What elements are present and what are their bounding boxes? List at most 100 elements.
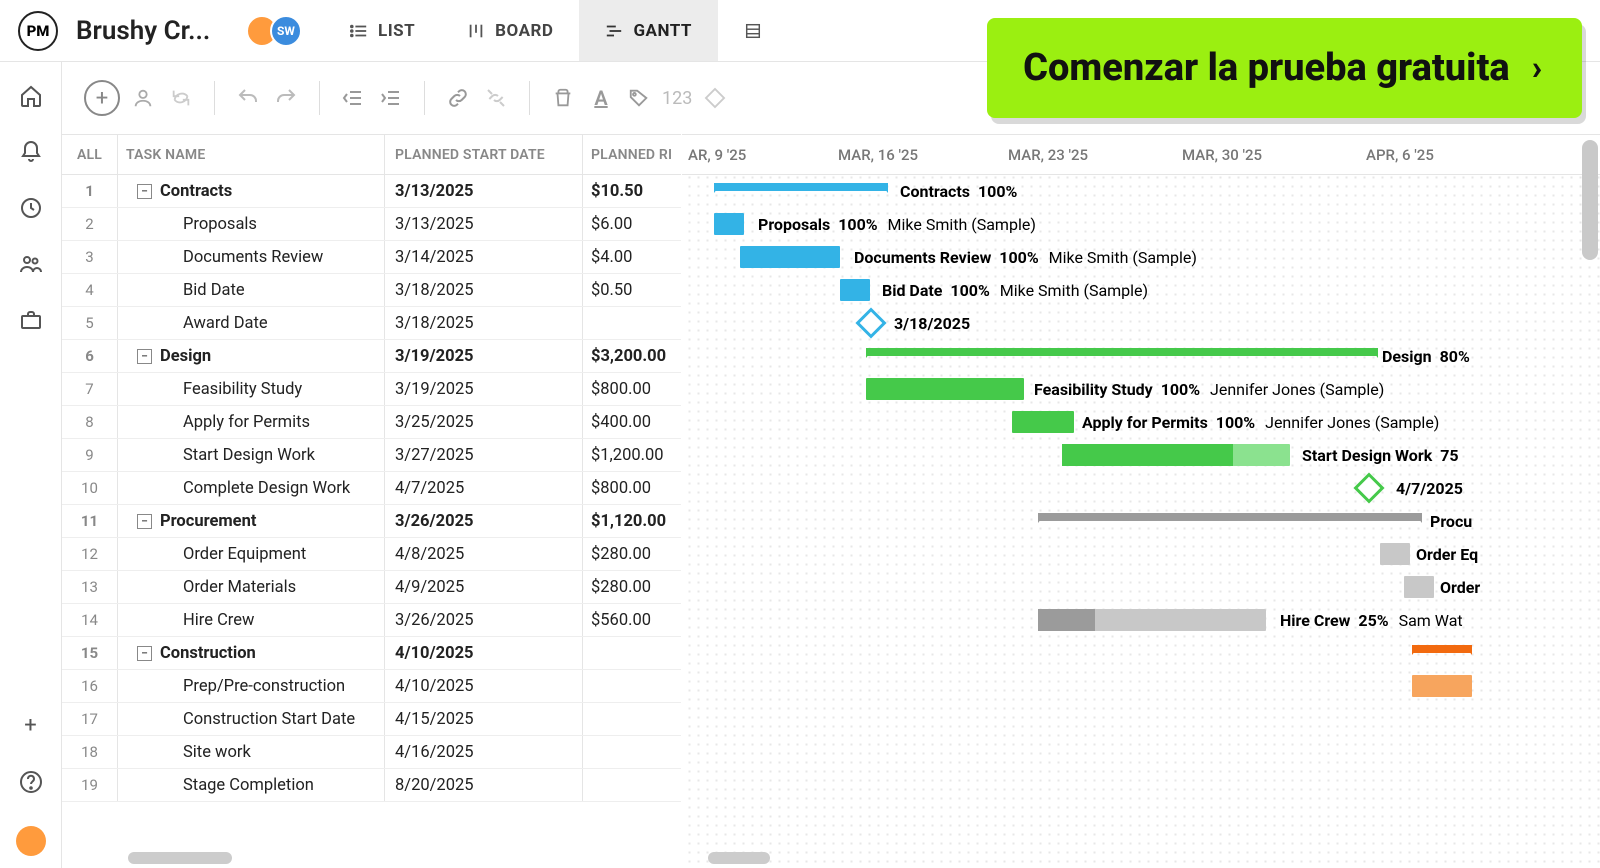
table-row[interactable]: 17Construction Start Date4/15/2025: [62, 703, 681, 736]
gantt-bar[interactable]: [1038, 609, 1266, 631]
collapse-toggle[interactable]: −: [137, 349, 152, 364]
cost[interactable]: [583, 670, 681, 702]
collapse-toggle[interactable]: −: [137, 646, 152, 661]
task-name-cell[interactable]: Start Design Work: [118, 439, 385, 471]
table-row[interactable]: 2Proposals3/13/2025$6.00: [62, 208, 681, 241]
tab-sheet[interactable]: [718, 0, 788, 61]
task-name-cell[interactable]: Award Date: [118, 307, 385, 339]
cost[interactable]: $10.50: [583, 175, 681, 207]
task-name-cell[interactable]: Site work: [118, 736, 385, 768]
gantt-bar[interactable]: [840, 279, 870, 301]
planned-start[interactable]: 3/13/2025: [385, 208, 583, 240]
table-row[interactable]: 13Order Materials4/9/2025$280.00: [62, 571, 681, 604]
planned-start[interactable]: 3/26/2025: [385, 604, 583, 636]
planned-start[interactable]: 3/13/2025: [385, 175, 583, 207]
cost[interactable]: $6.00: [583, 208, 681, 240]
cost[interactable]: $800.00: [583, 373, 681, 405]
cost[interactable]: $0.50: [583, 274, 681, 306]
cost[interactable]: $560.00: [583, 604, 681, 636]
task-name-cell[interactable]: Feasibility Study: [118, 373, 385, 405]
tab-board[interactable]: BOARD: [441, 0, 579, 61]
planned-start[interactable]: 4/15/2025: [385, 703, 583, 735]
people-icon[interactable]: [19, 252, 43, 276]
table-row[interactable]: 19Stage Completion8/20/2025: [62, 769, 681, 802]
gantt-bar[interactable]: [740, 246, 840, 268]
col-name[interactable]: TASK NAME: [118, 135, 385, 174]
gantt-bar[interactable]: [866, 378, 1024, 400]
planned-start[interactable]: 3/26/2025: [385, 505, 583, 537]
task-name-cell[interactable]: Proposals: [118, 208, 385, 240]
briefcase-icon[interactable]: [19, 308, 43, 332]
gantt-bar[interactable]: [1062, 444, 1290, 466]
collapse-toggle[interactable]: −: [137, 514, 152, 529]
clock-icon[interactable]: [19, 196, 43, 220]
cost[interactable]: $3,200.00: [583, 340, 681, 372]
table-row[interactable]: 11−Procurement3/26/2025$1,120.00: [62, 505, 681, 538]
project-title[interactable]: Brushy Cr...: [76, 16, 244, 46]
gantt-bar[interactable]: [1404, 576, 1434, 598]
planned-start[interactable]: 4/8/2025: [385, 538, 583, 570]
gantt-chart[interactable]: AR, 9 '25MAR, 16 '25MAR, 23 '25MAR, 30 '…: [682, 134, 1600, 868]
cost[interactable]: [583, 307, 681, 339]
table-row[interactable]: 4Bid Date3/18/2025$0.50: [62, 274, 681, 307]
task-name-cell[interactable]: −Contracts: [118, 175, 385, 207]
cost[interactable]: $1,120.00: [583, 505, 681, 537]
table-row[interactable]: 3Documents Review3/14/2025$4.00: [62, 241, 681, 274]
task-name-cell[interactable]: Prep/Pre-construction: [118, 670, 385, 702]
cost[interactable]: $400.00: [583, 406, 681, 438]
planned-start[interactable]: 4/9/2025: [385, 571, 583, 603]
gantt-bar[interactable]: [1012, 411, 1074, 433]
gantt-bar[interactable]: [714, 213, 744, 235]
assign-icon[interactable]: [128, 83, 158, 113]
table-row[interactable]: 6−Design3/19/2025$3,200.00: [62, 340, 681, 373]
planned-start[interactable]: 4/10/2025: [385, 637, 583, 669]
task-name-cell[interactable]: Apply for Permits: [118, 406, 385, 438]
table-row[interactable]: 15−Construction4/10/2025: [62, 637, 681, 670]
help-icon[interactable]: [19, 770, 43, 794]
planned-start[interactable]: 3/18/2025: [385, 274, 583, 306]
planned-start[interactable]: 8/20/2025: [385, 769, 583, 801]
planned-start[interactable]: 3/18/2025: [385, 307, 583, 339]
home-icon[interactable]: [19, 84, 43, 108]
gantt-summary-bar[interactable]: [1412, 645, 1472, 653]
redo-icon[interactable]: [271, 83, 301, 113]
cost[interactable]: $280.00: [583, 571, 681, 603]
planned-start[interactable]: 3/25/2025: [385, 406, 583, 438]
table-row[interactable]: 1−Contracts3/13/2025$10.50: [62, 175, 681, 208]
collapse-toggle[interactable]: −: [137, 184, 152, 199]
gantt-hscroll-thumb[interactable]: [708, 852, 770, 864]
task-name-cell[interactable]: Bid Date: [118, 274, 385, 306]
task-name-cell[interactable]: Stage Completion: [118, 769, 385, 801]
link-icon[interactable]: [443, 83, 473, 113]
task-name-cell[interactable]: −Procurement: [118, 505, 385, 537]
task-name-cell[interactable]: −Design: [118, 340, 385, 372]
planned-start[interactable]: 3/27/2025: [385, 439, 583, 471]
task-name-cell[interactable]: Order Materials: [118, 571, 385, 603]
milestone-diamond[interactable]: [855, 307, 886, 338]
diamond-icon[interactable]: [700, 83, 730, 113]
cost[interactable]: [583, 736, 681, 768]
outdent-icon[interactable]: [338, 83, 368, 113]
planned-start[interactable]: 4/16/2025: [385, 736, 583, 768]
gantt-summary-bar[interactable]: [1038, 513, 1422, 521]
table-row[interactable]: 9Start Design Work3/27/2025$1,200.00: [62, 439, 681, 472]
table-row[interactable]: 8Apply for Permits3/25/2025$400.00: [62, 406, 681, 439]
tag-icon[interactable]: [624, 83, 654, 113]
table-row[interactable]: 18Site work4/16/2025: [62, 736, 681, 769]
col-all[interactable]: ALL: [62, 135, 118, 174]
gantt-summary-bar[interactable]: [866, 348, 1378, 356]
task-name-cell[interactable]: Order Equipment: [118, 538, 385, 570]
task-name-cell[interactable]: Complete Design Work: [118, 472, 385, 504]
planned-start[interactable]: 3/14/2025: [385, 241, 583, 273]
cost[interactable]: $280.00: [583, 538, 681, 570]
avatar-stack[interactable]: SW: [254, 15, 302, 47]
cost[interactable]: $800.00: [583, 472, 681, 504]
logo-pm[interactable]: PM: [18, 11, 58, 51]
table-row[interactable]: 10Complete Design Work4/7/2025$800.00: [62, 472, 681, 505]
grid-hscroll-thumb[interactable]: [128, 852, 232, 864]
cost[interactable]: $4.00: [583, 241, 681, 273]
table-row[interactable]: 12Order Equipment4/8/2025$280.00: [62, 538, 681, 571]
user-avatar[interactable]: [16, 826, 46, 856]
cost[interactable]: [583, 769, 681, 801]
gantt-bar[interactable]: [1380, 543, 1410, 565]
